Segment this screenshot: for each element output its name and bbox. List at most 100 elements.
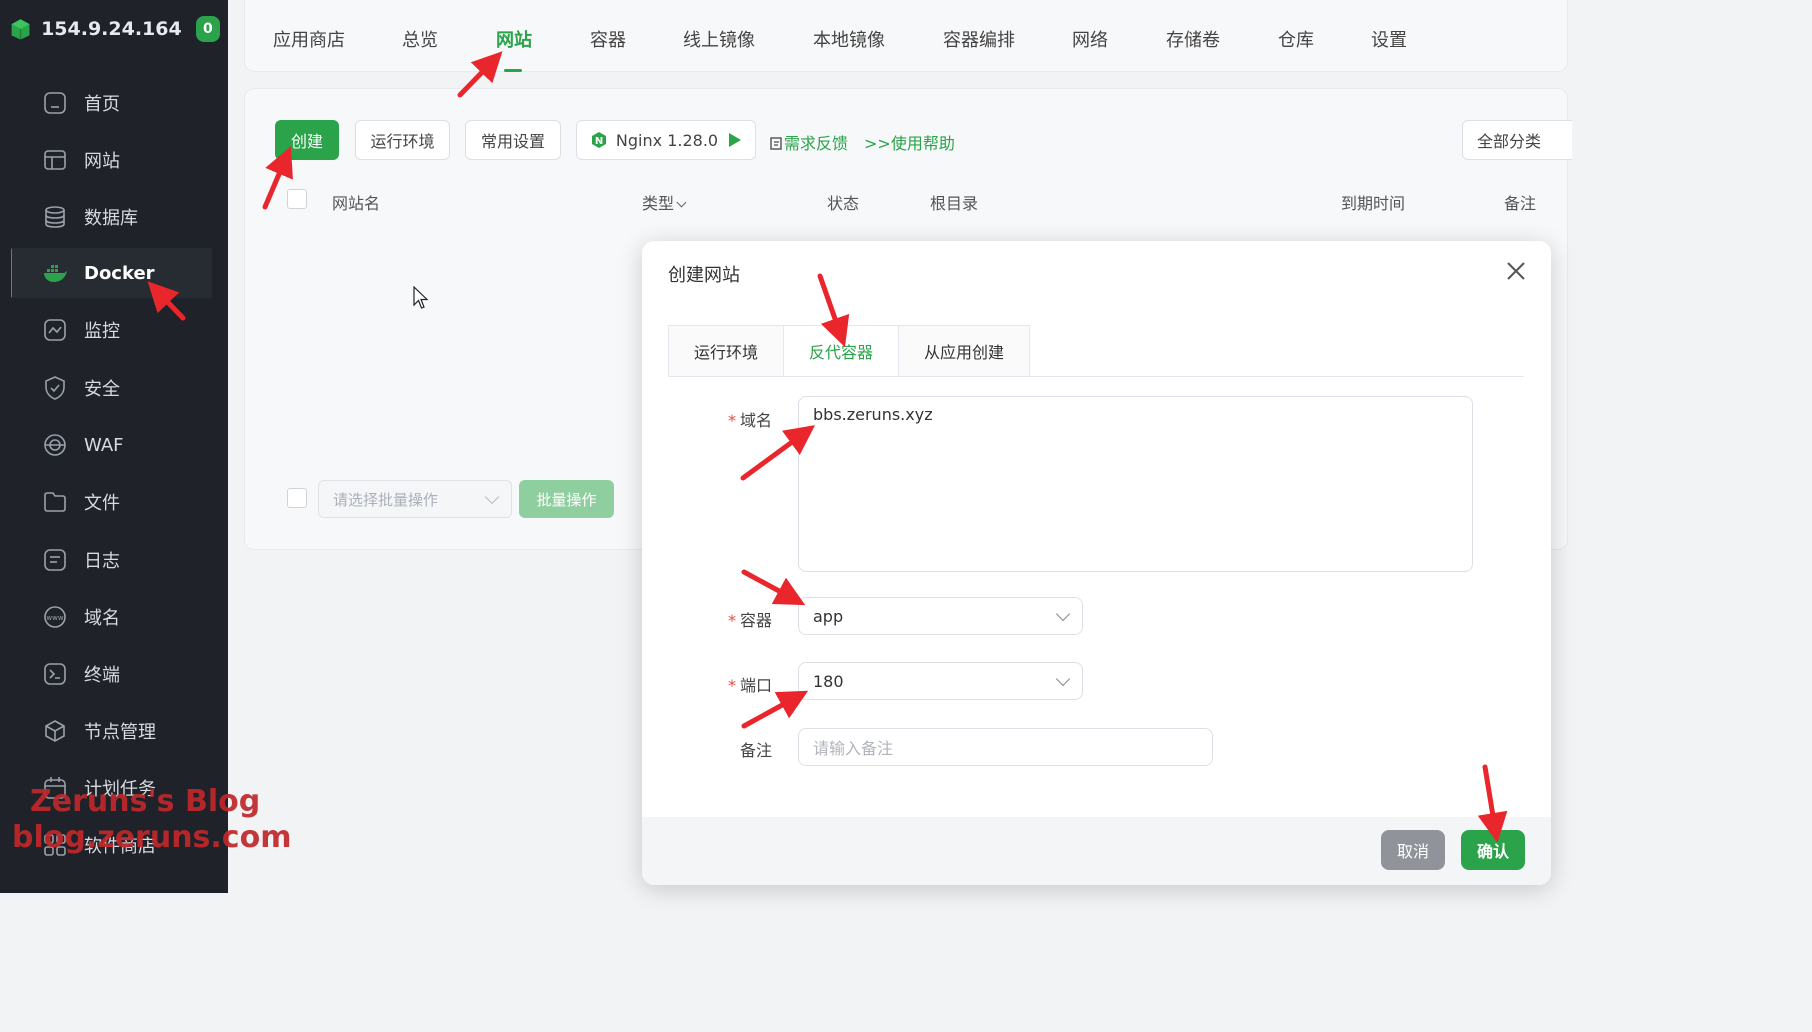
sidebar-item-database[interactable]: 数据库 bbox=[22, 192, 212, 242]
tab-app-store[interactable]: 应用商店 bbox=[273, 26, 345, 52]
port-select[interactable]: 180 bbox=[798, 662, 1083, 700]
sidebar-item-terminal[interactable]: 终端 bbox=[22, 649, 212, 699]
edit-icon bbox=[770, 137, 782, 150]
www-icon: www bbox=[42, 604, 68, 630]
docker-icon bbox=[42, 260, 68, 286]
active-tab-underline bbox=[504, 69, 522, 72]
cancel-button[interactable]: 取消 bbox=[1381, 830, 1445, 870]
col-root-dir: 根目录 bbox=[930, 194, 979, 213]
shield-icon bbox=[42, 375, 68, 401]
tab-settings[interactable]: 设置 bbox=[1371, 26, 1407, 52]
nginx-icon: N bbox=[591, 132, 606, 148]
create-button[interactable]: 创建 bbox=[275, 120, 339, 160]
sidebar-item-monitor[interactable]: 监控 bbox=[22, 305, 212, 355]
monitor-icon bbox=[42, 317, 68, 343]
tab-containers[interactable]: 容器 bbox=[590, 26, 626, 52]
sidebar-item-label: 域名 bbox=[84, 608, 120, 629]
category-select[interactable]: 全部分类 bbox=[1462, 120, 1572, 160]
dialog-tabs: 运行环境 反代容器 从应用创建 bbox=[668, 325, 1030, 377]
sidebar-item-home[interactable]: 首页 bbox=[22, 78, 212, 128]
sidebar-item-security[interactable]: 安全 bbox=[22, 363, 212, 413]
svg-text:N: N bbox=[595, 136, 603, 147]
col-type-label: 类型 bbox=[642, 194, 675, 213]
folder-icon bbox=[42, 489, 68, 515]
tab-compose[interactable]: 容器编排 bbox=[943, 26, 1015, 52]
feedback-link[interactable]: 需求反馈 bbox=[770, 130, 848, 154]
runtime-button[interactable]: 运行环境 bbox=[355, 120, 450, 160]
remark-input[interactable]: 请输入备注 bbox=[798, 728, 1213, 766]
sidebar-item-label: 终端 bbox=[84, 665, 120, 686]
sidebar-item-nodes[interactable]: 节点管理 bbox=[22, 706, 212, 756]
container-label: * 容器 bbox=[728, 611, 773, 630]
dialog-tab-from-app[interactable]: 从应用创建 bbox=[899, 325, 1030, 377]
watermark-title: Zeruns's Blog bbox=[30, 784, 261, 819]
container-select-value: app bbox=[813, 606, 844, 626]
dialog-tab-divider bbox=[668, 376, 1524, 377]
chevron-down-icon bbox=[1055, 671, 1071, 687]
batch-checkbox[interactable] bbox=[287, 488, 307, 508]
sidebar-item-label: 首页 bbox=[84, 94, 120, 115]
watermark-url: blog.zeruns.com bbox=[12, 820, 292, 855]
close-icon[interactable] bbox=[1504, 259, 1528, 283]
sidebar-item-waf[interactable]: WAF bbox=[22, 420, 212, 470]
tab-online-images[interactable]: 线上镜像 bbox=[683, 26, 755, 52]
batch-action-select[interactable]: 请选择批量操作 bbox=[318, 480, 512, 518]
nginx-version: Nginx 1.28.0 bbox=[615, 130, 719, 150]
feedback-label: 需求反馈 bbox=[784, 134, 849, 153]
chevron-down-icon bbox=[676, 197, 687, 208]
container-select[interactable]: app bbox=[798, 597, 1083, 635]
nginx-status-button[interactable]: N Nginx 1.28.0 bbox=[576, 120, 756, 160]
col-type[interactable]: 类型 bbox=[642, 190, 687, 214]
batch-action-placeholder: 请选择批量操作 bbox=[333, 490, 439, 509]
chevron-down-icon bbox=[484, 489, 500, 505]
sidebar-item-files[interactable]: 文件 bbox=[22, 477, 212, 527]
sidebar-item-domain[interactable]: www 域名 bbox=[22, 592, 212, 642]
dialog-tab-proxy-container[interactable]: 反代容器 bbox=[784, 325, 899, 377]
database-icon bbox=[42, 204, 68, 230]
terminal-icon bbox=[42, 661, 68, 687]
port-select-value: 180 bbox=[813, 671, 844, 691]
sidebar-item-label: Docker bbox=[84, 262, 155, 284]
sidebar: 154.9.24.164 0 首页 网站 数据库 Docker 监控 安全 WA… bbox=[0, 0, 228, 893]
top-nav: 应用商店 总览 网站 容器 线上镜像 本地镜像 容器编排 网络 存储卷 仓库 设… bbox=[244, 0, 1568, 72]
tab-network[interactable]: 网络 bbox=[1072, 26, 1108, 52]
domain-label: * 域名 bbox=[728, 411, 773, 430]
sidebar-item-label: 数据库 bbox=[84, 208, 138, 229]
server-logo-icon bbox=[11, 19, 30, 40]
mouse-cursor-icon bbox=[413, 286, 429, 309]
remark-placeholder: 请输入备注 bbox=[813, 739, 894, 758]
select-all-checkbox[interactable] bbox=[287, 189, 307, 209]
col-status: 状态 bbox=[827, 194, 860, 213]
tab-registry[interactable]: 仓库 bbox=[1278, 26, 1314, 52]
sidebar-item-logs[interactable]: 日志 bbox=[22, 535, 212, 585]
sidebar-item-label: 节点管理 bbox=[84, 722, 156, 743]
common-settings-button[interactable]: 常用设置 bbox=[465, 120, 561, 160]
sidebar-item-label: 安全 bbox=[84, 379, 120, 400]
domain-textarea[interactable]: bbs.zeruns.xyz bbox=[798, 396, 1473, 572]
server-count-badge[interactable]: 0 bbox=[195, 16, 220, 42]
sidebar-item-label: 监控 bbox=[84, 321, 120, 342]
tab-volumes[interactable]: 存储卷 bbox=[1166, 26, 1220, 52]
tab-local-images[interactable]: 本地镜像 bbox=[813, 26, 885, 52]
help-link[interactable]: >>使用帮助 bbox=[864, 130, 955, 154]
batch-action-button[interactable]: 批量操作 bbox=[519, 480, 614, 518]
dialog-title: 创建网站 bbox=[668, 265, 740, 286]
sidebar-item-label: 文件 bbox=[84, 493, 120, 514]
sidebar-header: 154.9.24.164 0 bbox=[10, 12, 220, 46]
home-icon bbox=[42, 90, 68, 116]
sidebar-item-label: WAF bbox=[84, 434, 124, 456]
sidebar-item-website[interactable]: 网站 bbox=[22, 135, 212, 185]
log-icon bbox=[42, 547, 68, 573]
website-icon bbox=[42, 147, 68, 173]
remark-label: 备注 bbox=[740, 741, 773, 760]
sidebar-item-label: 日志 bbox=[84, 551, 120, 572]
sidebar-item-label: 网站 bbox=[84, 151, 120, 172]
confirm-button[interactable]: 确认 bbox=[1461, 830, 1525, 870]
node-icon bbox=[42, 718, 68, 744]
tab-website[interactable]: 网站 bbox=[496, 26, 532, 52]
dialog-tab-runtime[interactable]: 运行环境 bbox=[668, 325, 784, 377]
sidebar-item-docker[interactable]: Docker bbox=[12, 248, 212, 298]
tab-overview[interactable]: 总览 bbox=[402, 26, 438, 52]
port-label: * 端口 bbox=[728, 676, 773, 695]
col-remark: 备注 bbox=[1504, 194, 1537, 213]
